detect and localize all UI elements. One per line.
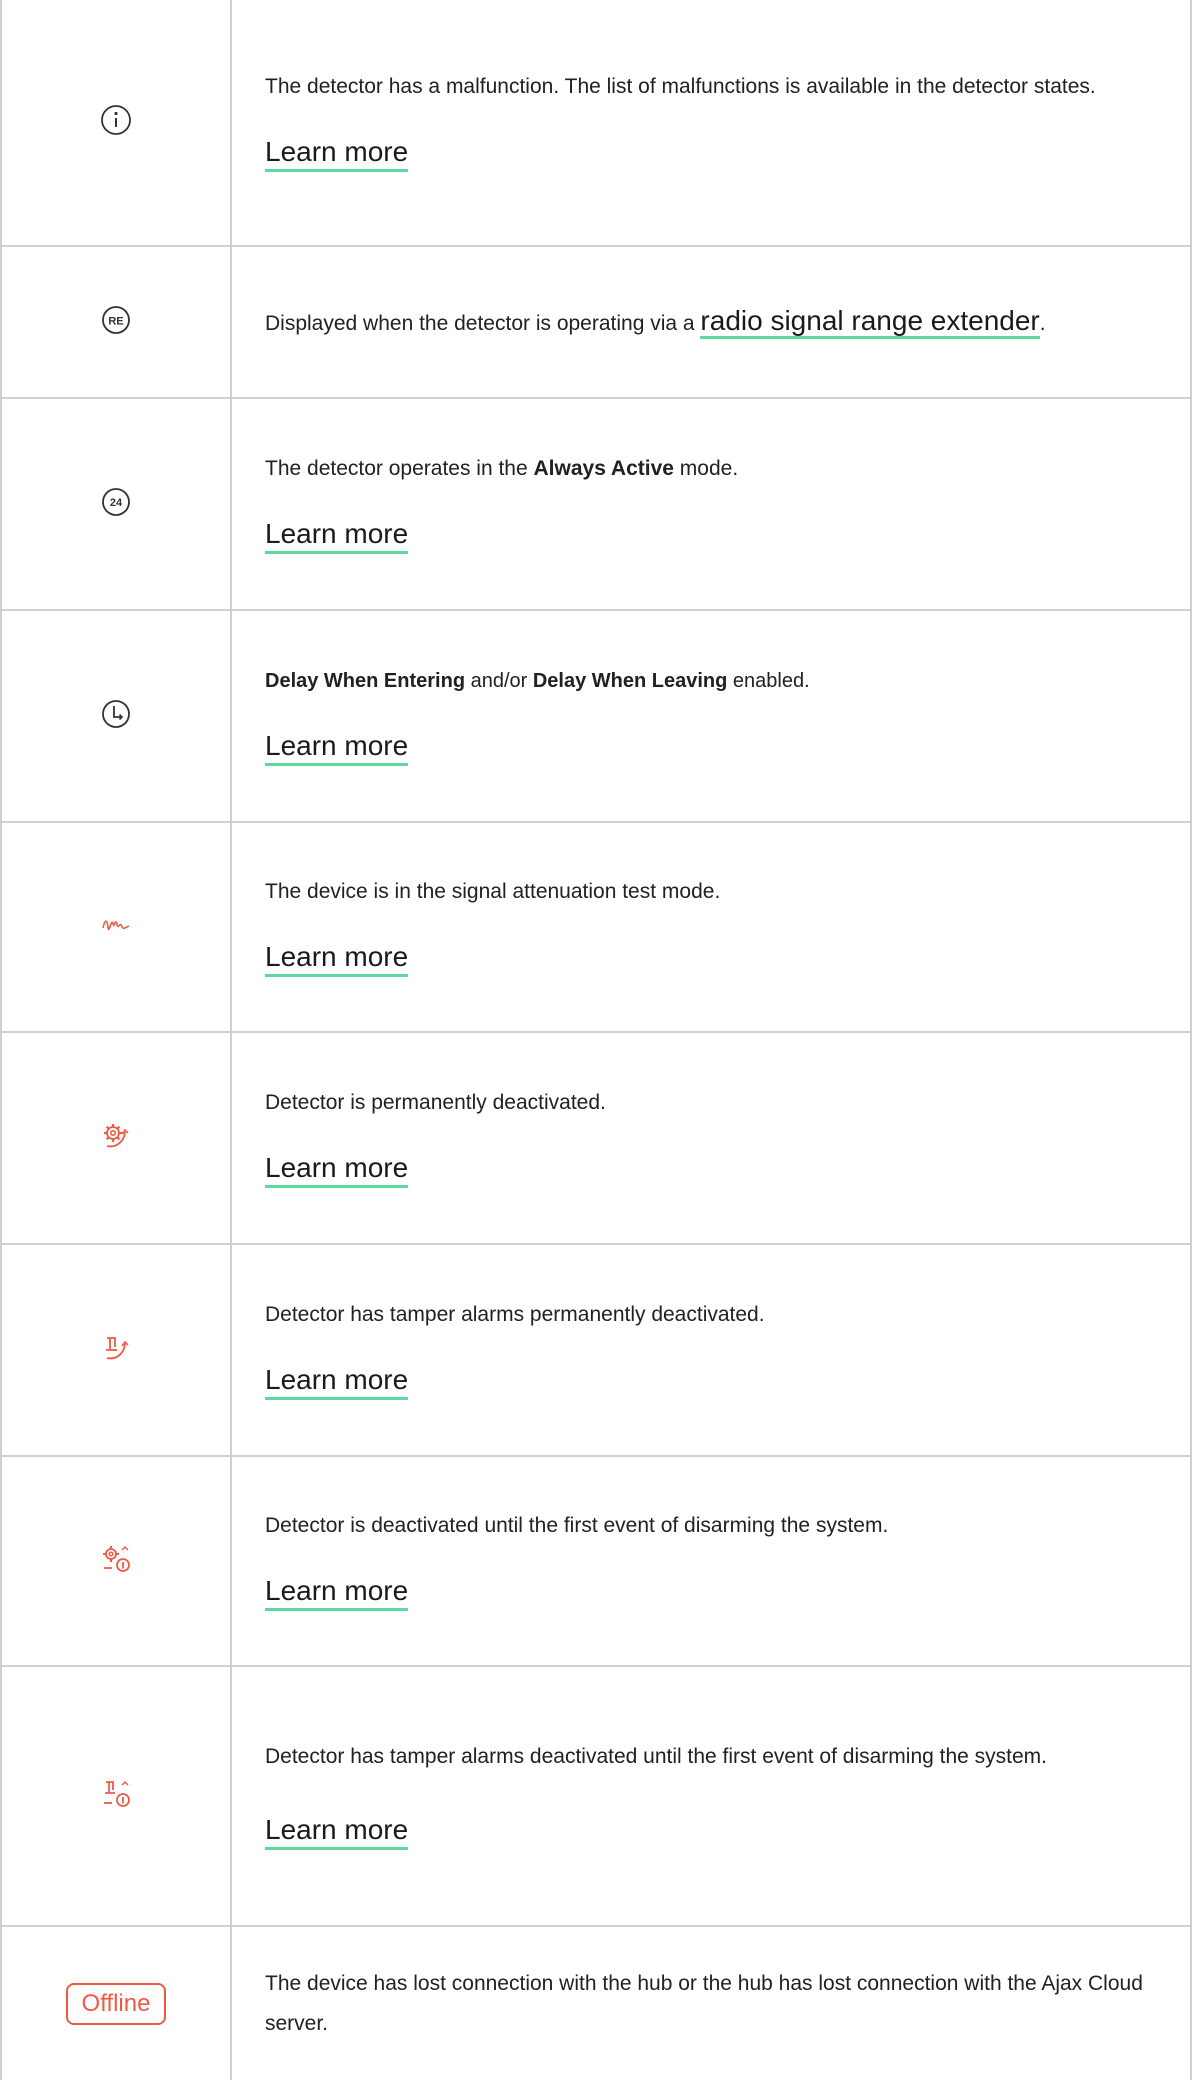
- svg-text:24: 24: [110, 497, 123, 509]
- icon-cell: [0, 0, 232, 247]
- table-row: The device is in the signal attenuation …: [0, 822, 1192, 1033]
- icon-cell: [0, 610, 232, 823]
- icon-cell: [0, 1244, 232, 1457]
- icon-cell: [0, 1666, 232, 1927]
- description-text: The device has lost connection with the …: [265, 1971, 1143, 2035]
- description-cell: Detector has tamper alarms deactivated u…: [231, 1666, 1192, 1927]
- icon-cell: 24: [0, 398, 232, 611]
- delay-clock-icon: [102, 699, 130, 728]
- table-row: Detector is deactivated until the first …: [0, 1456, 1192, 1667]
- icon-cell: [0, 822, 232, 1033]
- description-cell: The device has lost connection with the …: [231, 1926, 1192, 2080]
- description-cell: Detector has tamper alarms permanently d…: [231, 1244, 1192, 1457]
- description-cell: Detector is permanently deactivated. Lea…: [231, 1032, 1192, 1245]
- learn-more-link[interactable]: Learn more: [265, 729, 409, 766]
- offline-badge: Offline: [65, 1982, 167, 2025]
- icon-cell: Offline: [0, 1926, 232, 2080]
- learn-more-link[interactable]: Learn more: [265, 136, 409, 172]
- table-row: Detector has tamper alarms permanently d…: [0, 1244, 1192, 1457]
- description-text: Detector is deactivated until the first …: [265, 1513, 889, 1537]
- description-text-end: .: [1039, 311, 1046, 335]
- description-cell: The device is in the signal attenuation …: [231, 822, 1192, 1033]
- table-row: 24 The detector operates in the Always A…: [0, 398, 1192, 611]
- tamper-deactivated-icon: [106, 1336, 129, 1359]
- description-cell: The detector has a malfunction. The list…: [231, 0, 1192, 247]
- learn-more-link[interactable]: Learn more: [265, 517, 409, 554]
- gear-deactivated-once-icon: [103, 1545, 130, 1572]
- learn-more-link[interactable]: Learn more: [265, 940, 409, 977]
- range-extender-re-icon: RE: [102, 305, 130, 334]
- description-text: Displayed when the detector is operating…: [265, 311, 701, 335]
- description-text: The detector operates in the: [265, 456, 534, 480]
- tamper-deactivated-once-icon: [104, 1780, 130, 1807]
- table-row: The detector has a malfunction. The list…: [0, 0, 1192, 247]
- icon-cell: [0, 1456, 232, 1667]
- table-row: RE Displayed when the detector is operat…: [0, 246, 1192, 399]
- description-text-end: enabled.: [727, 669, 810, 692]
- description-cell: Detector is deactivated until the first …: [231, 1456, 1192, 1667]
- always-active-24-icon: 24: [102, 487, 130, 516]
- learn-more-link[interactable]: Learn more: [265, 1813, 409, 1850]
- table-row: Offline The device has lost connection w…: [0, 1926, 1192, 2080]
- signal-attenuation-wave-icon: [102, 919, 130, 930]
- svg-text:RE: RE: [108, 315, 123, 327]
- table-row: Delay When Entering and/or Delay When Le…: [0, 610, 1192, 823]
- table-row: Detector is permanently deactivated. Lea…: [0, 1032, 1192, 1245]
- icon-cell: [0, 1032, 232, 1245]
- description-text: The device is in the signal attenuation …: [265, 879, 721, 903]
- gear-deactivated-icon: [104, 1123, 129, 1147]
- description-text: Detector has tamper alarms permanently d…: [265, 1302, 765, 1326]
- info-circle-icon: [101, 105, 131, 135]
- icon-cell: RE: [0, 246, 232, 399]
- description-text: Detector has tamper alarms deactivated u…: [265, 1744, 1048, 1768]
- description-text: and/or: [465, 669, 533, 692]
- detector-icons-table: The detector has a malfunction. The list…: [0, 0, 1192, 2080]
- delay-leaving-label: Delay When Leaving: [532, 669, 728, 692]
- description-cell: Delay When Entering and/or Delay When Le…: [231, 610, 1192, 823]
- description-cell: The detector operates in the Always Acti…: [231, 398, 1192, 611]
- delay-entering-label: Delay When Entering: [265, 669, 466, 692]
- learn-more-link[interactable]: Learn more: [265, 1363, 409, 1400]
- range-extender-link[interactable]: radio signal range extender: [700, 304, 1040, 339]
- learn-more-link[interactable]: Learn more: [265, 1151, 409, 1188]
- description-cell: Displayed when the detector is operating…: [231, 246, 1192, 399]
- learn-more-link[interactable]: Learn more: [265, 1574, 409, 1611]
- description-text: Detector is permanently deactivated.: [265, 1090, 606, 1114]
- table-row: Detector has tamper alarms deactivated u…: [0, 1666, 1192, 1927]
- description-text-end: mode.: [673, 456, 739, 480]
- mode-name: Always Active: [533, 456, 674, 480]
- description-text: The detector has a malfunction. The list…: [265, 75, 1096, 98]
